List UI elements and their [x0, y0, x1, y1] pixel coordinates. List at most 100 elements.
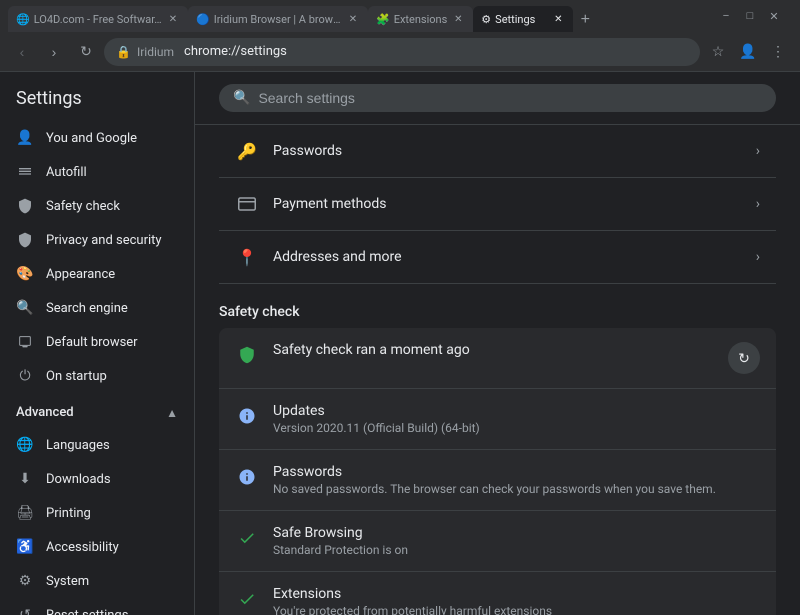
- safe-browsing-subtitle: Standard Protection is on: [273, 543, 760, 557]
- tabs-bar: 🌐 LO4D.com - Free Softwar... ✕ 🔵 Iridium…: [8, 0, 712, 32]
- search-bar: 🔍: [195, 72, 800, 125]
- addresses-title: Addresses and more: [273, 249, 402, 265]
- tab-extensions-close[interactable]: ✕: [451, 12, 465, 26]
- default-browser-icon: [16, 333, 34, 351]
- downloads-icon: ⬇: [16, 470, 34, 488]
- sidebar-item-languages-label: Languages: [46, 438, 110, 453]
- sidebar-title: Settings: [0, 80, 194, 121]
- updates-subtitle: Version 2020.11 (Official Build) (64-bit…: [273, 421, 760, 435]
- updates-icon: [235, 404, 259, 428]
- passwords-check-row: Passwords No saved passwords. The browse…: [219, 450, 776, 511]
- advanced-section-header[interactable]: Advanced ▲: [0, 397, 194, 428]
- tab-lo4d-icon: 🌐: [16, 13, 30, 26]
- updates-text: Updates Version 2020.11 (Official Build)…: [273, 403, 760, 435]
- profile-button[interactable]: 👤: [734, 38, 762, 66]
- updates-title: Updates: [273, 403, 760, 419]
- content-inner: 🔑 Passwords › Payment methods: [195, 125, 800, 615]
- menu-button[interactable]: ⋮: [764, 38, 792, 66]
- tab-settings[interactable]: ⚙ Settings ✕: [473, 6, 573, 32]
- forward-button[interactable]: ›: [40, 38, 68, 66]
- search-icon: 🔍: [233, 90, 250, 106]
- advanced-arrow-icon: ▲: [166, 406, 178, 420]
- tab-iridium-icon: 🔵: [196, 13, 210, 26]
- content-area: 🔍 🔑 Passwords ›: [195, 72, 800, 615]
- sidebar-item-appearance-label: Appearance: [46, 267, 115, 282]
- languages-icon: 🌐: [16, 436, 34, 454]
- sidebar-item-downloads-label: Downloads: [46, 472, 111, 487]
- sidebar-item-autofill[interactable]: Autofill: [0, 155, 186, 189]
- updates-row: Updates Version 2020.11 (Official Build)…: [219, 389, 776, 450]
- sidebar-item-reset-settings[interactable]: ↺ Reset settings: [0, 598, 186, 615]
- sidebar-item-default-browser[interactable]: Default browser: [0, 325, 186, 359]
- main-layout: Settings 👤 You and Google Autofill Safet…: [0, 72, 800, 615]
- title-bar: 🌐 LO4D.com - Free Softwar... ✕ 🔵 Iridium…: [0, 0, 800, 32]
- tab-settings-icon: ⚙: [481, 13, 491, 26]
- sidebar-item-appearance[interactable]: 🎨 Appearance: [0, 257, 186, 291]
- sidebar-item-on-startup[interactable]: ⏻ On startup: [0, 359, 186, 393]
- passwords-check-title: Passwords: [273, 464, 760, 480]
- addresses-row-left: 📍 Addresses and more: [235, 245, 402, 269]
- sidebar-item-search-engine-label: Search engine: [46, 301, 128, 316]
- new-tab-button[interactable]: +: [573, 8, 597, 32]
- sidebar-item-downloads[interactable]: ⬇ Downloads: [0, 462, 186, 496]
- tab-lo4d[interactable]: 🌐 LO4D.com - Free Softwar... ✕: [8, 6, 188, 32]
- tab-extensions[interactable]: 🧩 Extensions ✕: [368, 6, 473, 32]
- appearance-icon: 🎨: [16, 265, 34, 283]
- maximize-button[interactable]: □: [740, 6, 760, 26]
- lock-icon: 🔒: [116, 45, 131, 59]
- sidebar-item-autofill-label: Autofill: [46, 165, 87, 180]
- tab-iridium-close[interactable]: ✕: [346, 12, 360, 26]
- minimize-button[interactable]: −: [716, 6, 736, 26]
- extensions-check-text: Extensions You're protected from potenti…: [273, 586, 760, 615]
- tab-settings-close[interactable]: ✕: [551, 12, 565, 26]
- site-name: Iridium: [137, 45, 174, 59]
- passwords-check-subtitle: No saved passwords. The browser can chec…: [273, 482, 760, 496]
- passwords-check-text: Passwords No saved passwords. The browse…: [273, 464, 760, 496]
- top-settings-group: 🔑 Passwords › Payment methods: [219, 125, 776, 284]
- sidebar-item-printing-label: Printing: [46, 506, 91, 521]
- bookmark-button[interactable]: ☆: [704, 38, 732, 66]
- sidebar-item-you-google-label: You and Google: [46, 131, 137, 146]
- sidebar-item-safety-check[interactable]: Safety check: [0, 189, 186, 223]
- tab-settings-title: Settings: [495, 13, 547, 26]
- passwords-text: Passwords: [273, 143, 342, 159]
- search-input[interactable]: [258, 90, 762, 106]
- payment-methods-title: Payment methods: [273, 196, 386, 212]
- sidebar-item-system[interactable]: ⚙ System: [0, 564, 186, 598]
- safe-browsing-row: Safe Browsing Standard Protection is on: [219, 511, 776, 572]
- payment-methods-row[interactable]: Payment methods ›: [219, 178, 776, 231]
- close-button[interactable]: ✕: [764, 6, 784, 26]
- sidebar-item-you-google[interactable]: 👤 You and Google: [0, 121, 186, 155]
- advanced-label: Advanced: [16, 405, 74, 420]
- omnibox[interactable]: 🔒 Iridium chrome://settings: [104, 38, 700, 66]
- passwords-check-icon: [235, 465, 259, 489]
- payment-methods-text: Payment methods: [273, 196, 386, 212]
- sidebar-item-printing[interactable]: 🖨 Printing: [0, 496, 186, 530]
- passwords-row[interactable]: 🔑 Passwords ›: [219, 125, 776, 178]
- accessibility-icon: ♿: [16, 538, 34, 556]
- passwords-chevron: ›: [756, 143, 760, 159]
- you-google-icon: 👤: [16, 129, 34, 147]
- tab-extensions-title: Extensions: [394, 13, 448, 26]
- sidebar-item-search-engine[interactable]: 🔍 Search engine: [0, 291, 186, 325]
- search-input-wrap[interactable]: 🔍: [219, 84, 776, 112]
- reload-button[interactable]: ↻: [72, 38, 100, 66]
- extensions-check-subtitle: You're protected from potentially harmfu…: [273, 604, 760, 615]
- extensions-check-title: Extensions: [273, 586, 760, 602]
- sidebar: Settings 👤 You and Google Autofill Safet…: [0, 72, 195, 615]
- passwords-title: Passwords: [273, 143, 342, 159]
- sidebar-item-accessibility[interactable]: ♿ Accessibility: [0, 530, 186, 564]
- tab-iridium[interactable]: 🔵 Iridium Browser | A brows... ✕: [188, 6, 368, 32]
- reset-settings-icon: ↺: [16, 606, 34, 615]
- sidebar-item-on-startup-label: On startup: [46, 369, 107, 384]
- safety-refresh-button[interactable]: ↻: [728, 342, 760, 374]
- safety-shield-icon: [235, 343, 259, 367]
- sidebar-item-default-browser-label: Default browser: [46, 335, 138, 350]
- addresses-row[interactable]: 📍 Addresses and more ›: [219, 231, 776, 284]
- back-button[interactable]: ‹: [8, 38, 36, 66]
- search-engine-icon: 🔍: [16, 299, 34, 317]
- sidebar-item-languages[interactable]: 🌐 Languages: [0, 428, 186, 462]
- safety-ran-title: Safety check ran a moment ago: [273, 342, 714, 358]
- tab-lo4d-close[interactable]: ✕: [166, 12, 180, 26]
- sidebar-item-privacy-security[interactable]: Privacy and security: [0, 223, 186, 257]
